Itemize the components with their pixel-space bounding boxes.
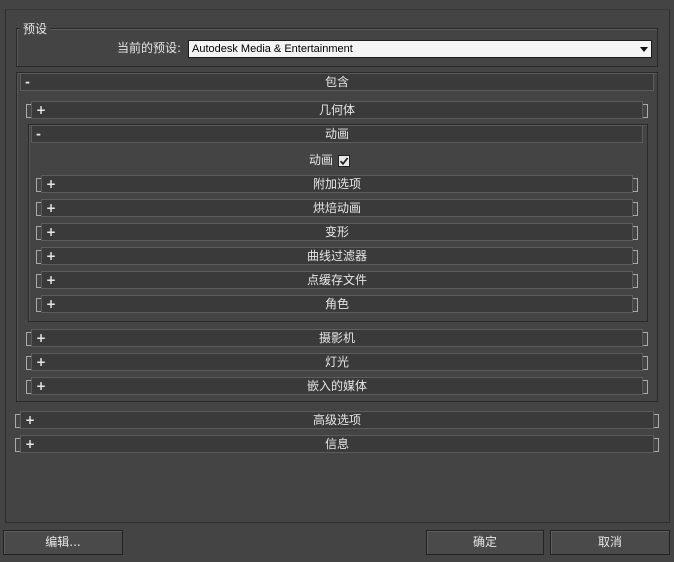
ok-button[interactable]: 确定 (426, 530, 544, 555)
expand-icon: + (46, 297, 57, 311)
rollout-characters[interactable]: + 角色 (41, 295, 633, 313)
rollout-cameras-label: 摄影机 (318, 331, 355, 345)
edit-button[interactable]: 编辑... (3, 530, 123, 555)
expand-icon: + (46, 177, 57, 191)
rollout-curve-filters-label: 曲线过滤器 (306, 249, 367, 263)
bracket-right (633, 274, 638, 288)
rollout-geometry-label: 几何体 (318, 103, 355, 117)
rollout-lights-label: 灯光 (324, 355, 349, 369)
rollout-advanced[interactable]: + 高级选项 (20, 411, 654, 429)
checkmark-icon (339, 157, 349, 166)
rollout-embed-media[interactable]: + 嵌入的媒体 (31, 377, 643, 395)
rollout-info[interactable]: + 信息 (20, 435, 654, 453)
rollout-include[interactable]: - 包含 (20, 73, 654, 91)
current-preset-label: 当前的预设: (117, 41, 182, 55)
expand-icon: + (36, 379, 47, 393)
rollout-include-label: 包含 (324, 75, 349, 89)
expand-icon: + (25, 437, 36, 451)
expand-icon: + (46, 273, 57, 287)
preset-dropdown-value: Autodesk Media & Entertainment (192, 43, 353, 55)
rollout-animation[interactable]: - 动画 (31, 125, 643, 143)
bracket-right (633, 202, 638, 216)
collapse-icon: - (36, 127, 41, 141)
rollout-lights[interactable]: + 灯光 (31, 353, 643, 371)
rollout-bake-animation-label: 烘焙动画 (312, 201, 361, 215)
animation-checkbox-label: 动画 (309, 153, 334, 167)
preset-group-title: 预设 (20, 22, 51, 36)
rollout-deformations-label: 变形 (324, 225, 349, 239)
rollout-advanced-label: 高级选项 (312, 413, 361, 427)
rollout-deformations[interactable]: + 变形 (41, 223, 633, 241)
bracket-right (643, 332, 648, 346)
rollout-info-label: 信息 (324, 437, 349, 451)
rollout-geometry[interactable]: + 几何体 (31, 101, 643, 119)
expand-icon: + (46, 225, 57, 239)
bracket-right (643, 356, 648, 370)
rollout-characters-label: 角色 (324, 297, 349, 311)
bracket-right (643, 380, 648, 394)
rollout-cameras[interactable]: + 摄影机 (31, 329, 643, 347)
bracket-right (633, 298, 638, 312)
animation-checkbox[interactable] (338, 155, 350, 167)
bracket-right (654, 438, 659, 452)
expand-icon: + (46, 201, 57, 215)
expand-icon: + (36, 331, 47, 345)
rollout-extra-options[interactable]: + 附加选项 (41, 175, 633, 193)
rollout-curve-filters[interactable]: + 曲线过滤器 (41, 247, 633, 265)
rollout-extra-options-label: 附加选项 (312, 177, 361, 191)
collapse-icon: - (25, 75, 30, 89)
preset-dropdown[interactable]: Autodesk Media & Entertainment (188, 40, 652, 58)
bracket-right (654, 414, 659, 428)
bracket-right (643, 104, 648, 118)
chevron-down-icon[interactable] (640, 47, 648, 52)
rollout-point-cache[interactable]: + 点缓存文件 (41, 271, 633, 289)
rollout-animation-label: 动画 (324, 127, 349, 141)
expand-icon: + (25, 413, 36, 427)
rollout-embed-media-label: 嵌入的媒体 (306, 379, 367, 393)
expand-icon: + (46, 249, 57, 263)
expand-icon: + (36, 355, 47, 369)
bracket-right (633, 250, 638, 264)
bracket-right (633, 178, 638, 192)
rollout-point-cache-label: 点缓存文件 (306, 273, 367, 287)
expand-icon: + (36, 103, 47, 117)
cancel-button[interactable]: 取消 (550, 530, 670, 555)
rollout-bake-animation[interactable]: + 烘焙动画 (41, 199, 633, 217)
bracket-right (633, 226, 638, 240)
